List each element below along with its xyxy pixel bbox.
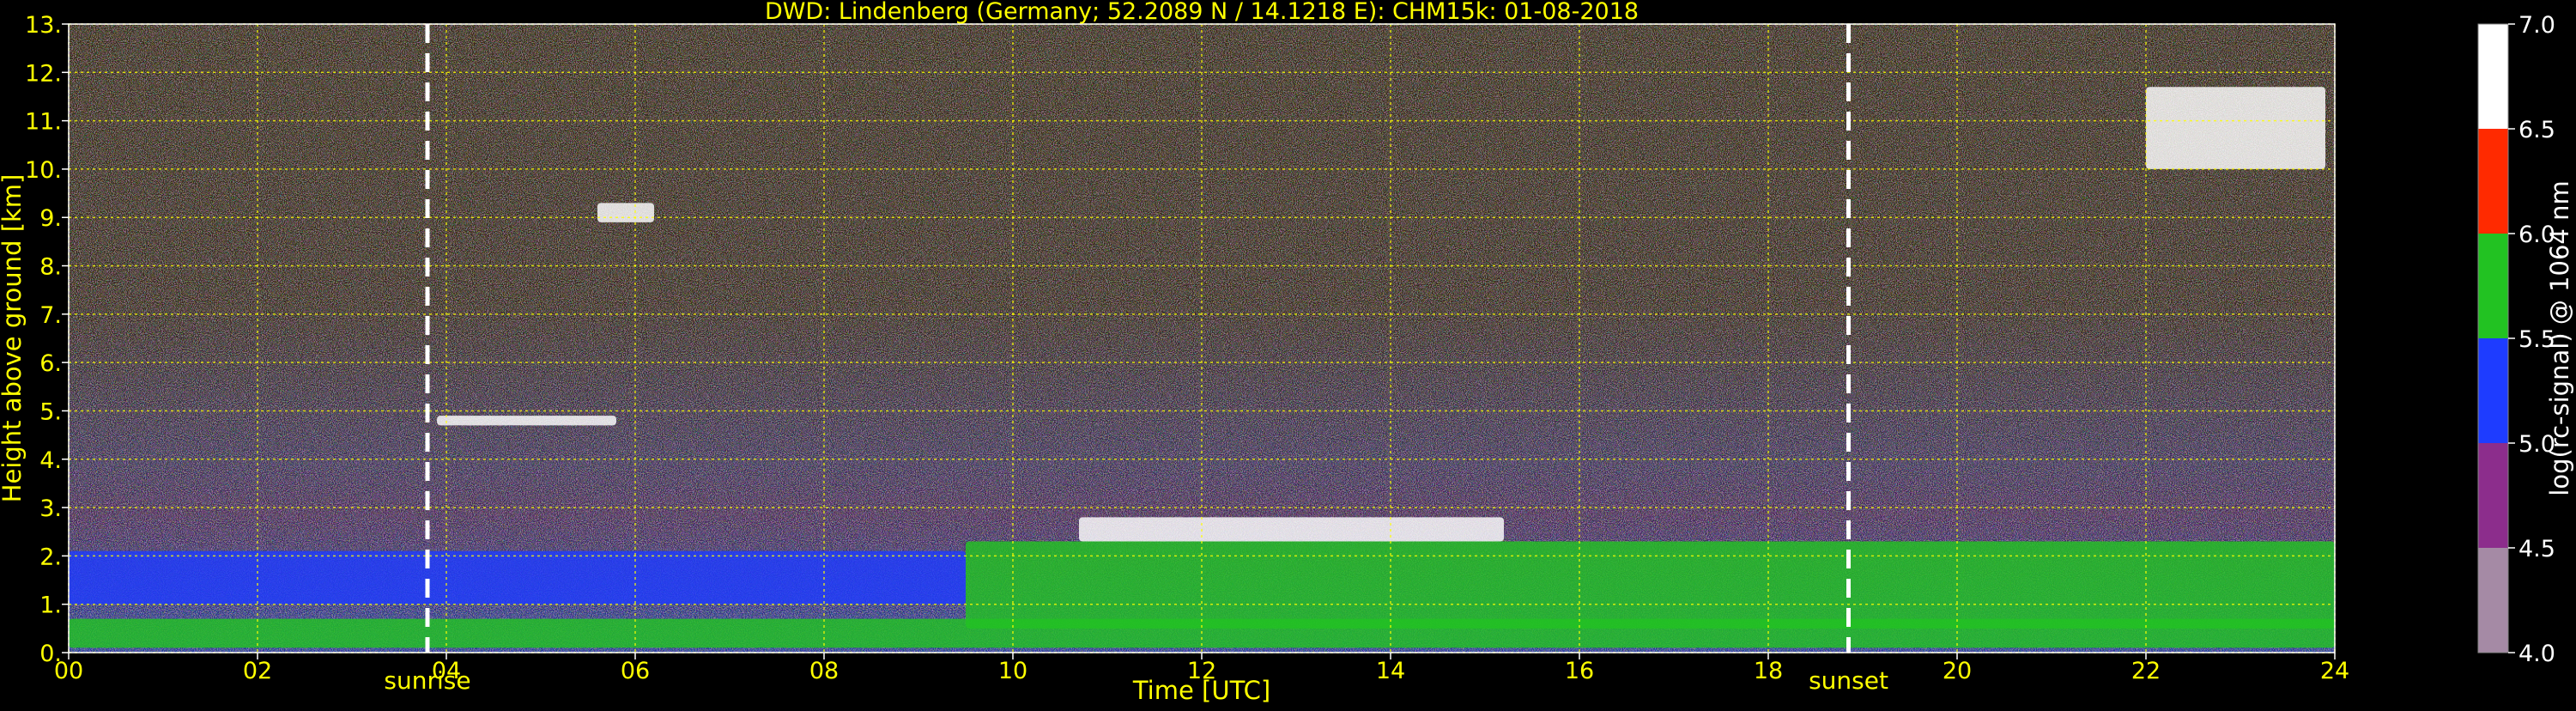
- colorbar-tick-label: 7.0: [2518, 12, 2555, 39]
- signal-layer: [437, 416, 616, 426]
- colorbar-segment: [2478, 234, 2508, 338]
- y-tick-label: 1.: [39, 592, 62, 619]
- y-tick-label: 3.: [39, 495, 62, 522]
- x-tick-label: 02: [243, 658, 272, 684]
- y-tick-label: 13.: [25, 12, 62, 39]
- x-tick-label: 24: [2320, 658, 2349, 684]
- y-tick-label: 6.: [39, 350, 62, 377]
- colorbar-segment: [2478, 129, 2508, 234]
- y-tick-label: 11.: [25, 109, 62, 136]
- y-tick-label: 12.: [25, 60, 62, 87]
- x-tick-label: 14: [1376, 658, 1405, 684]
- signal-layer: [597, 203, 654, 222]
- colorbar-label: log(rc-signal) @ 1064 nm: [2545, 180, 2574, 495]
- y-tick-label: 10.: [25, 157, 62, 184]
- x-tick-label: 18: [1754, 658, 1783, 684]
- x-tick-label: 10: [998, 658, 1027, 684]
- ceilometer-figure: sunrise sunset 00 02 04 06 08 10 12 14 16 18 20 22 24…: [0, 0, 2576, 708]
- x-tick-label: 16: [1565, 658, 1594, 684]
- colorbar-tick-label: 6.5: [2518, 117, 2555, 143]
- x-tick-label: 04: [432, 658, 461, 684]
- colorbar-segment: [2478, 338, 2508, 443]
- y-tick-label: 0.: [39, 641, 62, 667]
- signal-layer: [966, 541, 2335, 629]
- x-tick-label: 08: [809, 658, 839, 684]
- x-tick-label: 20: [1943, 658, 1972, 684]
- y-axis-label: Height above ground [km]: [0, 174, 27, 503]
- y-tick-label: 4.: [39, 447, 62, 474]
- signal-layer: [1079, 517, 1504, 542]
- colorbar-tick-label: 4.5: [2518, 536, 2555, 562]
- colorbar-segment: [2478, 24, 2508, 129]
- y-tick-label: 9.: [39, 205, 62, 232]
- x-tick-label: 22: [2131, 658, 2161, 684]
- chart-title: DWD: Lindenberg (Germany; 52.2089 N / 14…: [765, 0, 1639, 25]
- colorbar-segment: [2478, 548, 2508, 653]
- x-tick-label: 06: [621, 658, 650, 684]
- colorbar: 4.04.55.05.56.06.57.0: [2477, 12, 2555, 667]
- y-tick-label: 5.: [39, 398, 62, 425]
- x-axis-label: Time [UTC]: [1132, 676, 1270, 705]
- colorbar-tick-label: 4.0: [2518, 641, 2555, 667]
- y-tick-label: 7.: [39, 302, 62, 329]
- colorbar-segment: [2478, 443, 2508, 548]
- signal-layer: [2146, 87, 2325, 169]
- chart-svg: sunrise sunset 00 02 04 06 08 10 12 14 16 18 20 22 24…: [0, 0, 2574, 705]
- y-tick-label: 8.: [39, 254, 62, 281]
- y-tick-label: 2.: [39, 544, 62, 570]
- signal-layer: [69, 550, 966, 605]
- sunset-label: sunset: [1809, 666, 1888, 695]
